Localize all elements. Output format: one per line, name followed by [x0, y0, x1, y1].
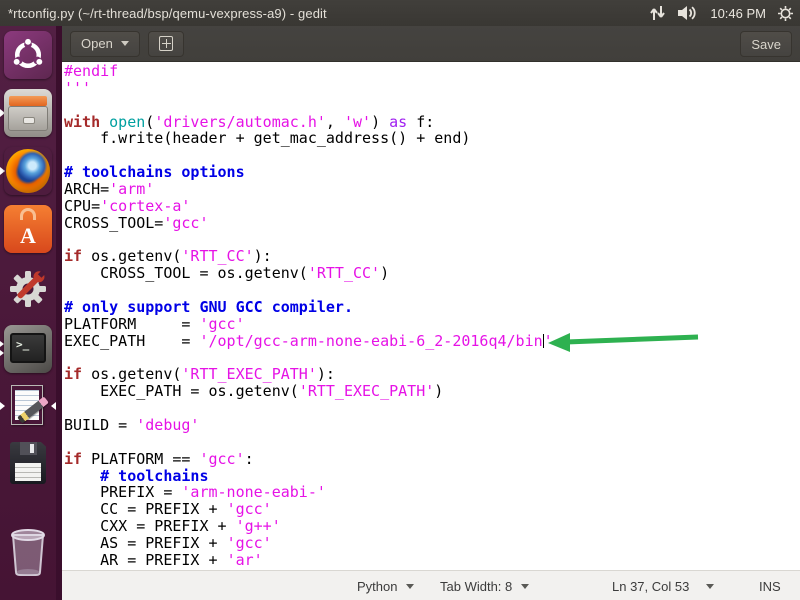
code-line: CROSS_TOOL='gcc': [64, 215, 800, 232]
code-line: AR = PREFIX + 'ar': [64, 552, 800, 569]
unity-launcher: A: [0, 26, 56, 600]
drawer-handle: [23, 117, 35, 124]
gedit-toolbar: Open Save: [62, 26, 800, 62]
code-line: [64, 97, 800, 114]
insert-mode-label: INS: [759, 579, 781, 594]
gedit-statusbar: Python Tab Width: 8 Ln 37, Col 53 INS: [62, 570, 800, 600]
clock[interactable]: 10:46 PM: [710, 6, 766, 21]
gedit-window: Open Save #endif''' with open('drivers/au…: [62, 26, 800, 600]
code-line: AS = PREFIX + 'gcc': [64, 535, 800, 552]
insert-mode-indicator[interactable]: INS: [759, 571, 781, 600]
trash-icon: [8, 527, 48, 577]
gear-wrench-icon: [4, 263, 52, 311]
network-transfer-icon[interactable]: [649, 5, 666, 21]
code-area[interactable]: #endif''' with open('drivers/automac.h', …: [62, 62, 800, 570]
code-line: CXX = PREFIX + 'g++': [64, 518, 800, 535]
code-line: with open('drivers/automac.h', 'w') as f…: [64, 114, 800, 131]
launcher-item-floppy[interactable]: [4, 439, 52, 487]
chevron-down-icon: [521, 584, 529, 589]
code-line: EXEC_PATH = os.getenv('RTT_EXEC_PATH'): [64, 383, 800, 400]
terminal-icon: >_: [10, 333, 46, 363]
save-button-label: Save: [751, 37, 781, 52]
code-line: if os.getenv('RTT_CC'):: [64, 248, 800, 265]
code-line: f.write(header + get_mac_address() + end…: [64, 130, 800, 147]
chevron-down-icon: [121, 41, 129, 46]
chevron-down-icon: [706, 584, 714, 589]
code-line: [64, 147, 800, 164]
save-button[interactable]: Save: [740, 31, 792, 57]
volume-icon[interactable]: [677, 5, 699, 21]
code-line: PLATFORM = 'gcc': [64, 316, 800, 333]
cursor-position[interactable]: Ln 37, Col 53: [612, 571, 689, 600]
code-line: #endif: [64, 63, 800, 80]
folder-band: [9, 96, 47, 106]
tab-width-selector[interactable]: Tab Width: 8: [440, 571, 529, 600]
code-line: [64, 350, 800, 367]
launcher-item-trash[interactable]: [4, 528, 52, 576]
floppy-label: [15, 463, 41, 481]
code-line: [64, 434, 800, 451]
new-document-icon: [159, 36, 173, 51]
window-title: *rtconfig.py (~/rt-thread/bsp/qemu-vexpr…: [8, 6, 327, 21]
code-line: BUILD = 'debug': [64, 417, 800, 434]
new-document-button[interactable]: [148, 31, 184, 57]
launcher-item-files[interactable]: [4, 89, 52, 137]
bag-handle: [20, 208, 36, 220]
chevron-down-icon: [406, 584, 414, 589]
goto-line-dropdown[interactable]: [706, 571, 714, 600]
code-line: EXEC_PATH = '/opt/gcc-arm-none-eabi-6_2-…: [64, 333, 800, 350]
software-center-letter: A: [20, 225, 36, 247]
code-line: # toolchains options: [64, 164, 800, 181]
code-line: PREFIX = 'arm-none-eabi-': [64, 484, 800, 501]
code-line: ''': [64, 80, 800, 97]
code-line: ARCH='arm': [64, 181, 800, 198]
code-line: if os.getenv('RTT_EXEC_PATH'):: [64, 366, 800, 383]
code-line: # toolchains: [64, 468, 800, 485]
launcher-item-dash[interactable]: [4, 31, 52, 79]
launcher-item-firefox[interactable]: [4, 147, 52, 195]
drawer-front: [8, 106, 48, 131]
system-indicators: 10:46 PM: [649, 0, 794, 26]
open-button[interactable]: Open: [70, 31, 140, 57]
code-line: [64, 400, 800, 417]
open-button-label: Open: [81, 36, 113, 51]
launcher-item-software-center[interactable]: A: [4, 205, 52, 253]
code-line: CC = PREFIX + 'gcc': [64, 501, 800, 518]
floppy-shutter: [20, 442, 37, 455]
top-panel: *rtconfig.py (~/rt-thread/bsp/qemu-vexpr…: [0, 0, 800, 26]
code-line: CROSS_TOOL = os.getenv('RTT_CC'): [64, 265, 800, 282]
floppy-slot: [30, 444, 34, 453]
code-line: # only support GNU GCC compiler.: [64, 299, 800, 316]
launcher-item-gedit[interactable]: [4, 382, 52, 430]
language-selector[interactable]: Python: [357, 571, 414, 600]
cursor-position-label: Ln 37, Col 53: [612, 579, 689, 594]
language-label: Python: [357, 579, 397, 594]
session-gear-icon[interactable]: [777, 5, 794, 22]
code-line: CPU='cortex-a': [64, 198, 800, 215]
tab-width-label: Tab Width: 8: [440, 579, 512, 594]
launcher-item-terminal[interactable]: >_: [4, 325, 52, 373]
code-line: [64, 282, 800, 299]
code-line: [64, 232, 800, 249]
code-line: if PLATFORM == 'gcc':: [64, 451, 800, 468]
ubuntu-logo-icon: [11, 38, 45, 72]
firefox-icon: [6, 149, 50, 193]
launcher-item-system-settings[interactable]: [4, 263, 52, 311]
